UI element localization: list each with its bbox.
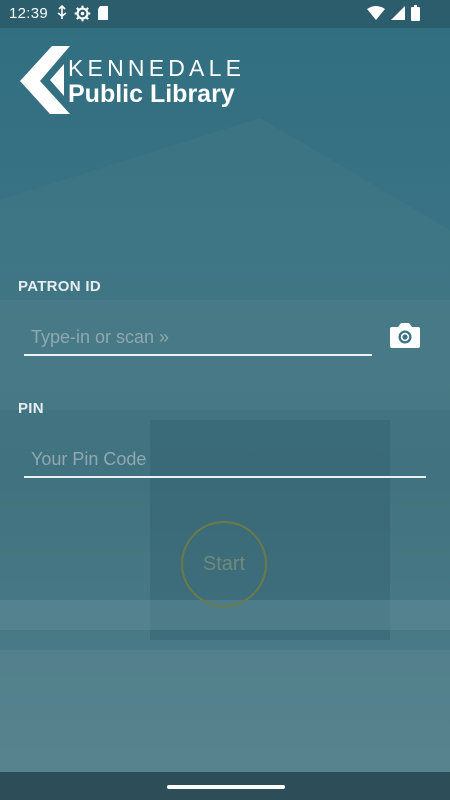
camera-scan-icon[interactable] bbox=[389, 321, 421, 349]
start-button[interactable]: Start bbox=[181, 521, 267, 607]
patron-id-input[interactable] bbox=[25, 322, 371, 352]
pin-label: PIN bbox=[18, 400, 44, 417]
status-bar: 12:39 bbox=[0, 0, 450, 28]
home-gesture-handle[interactable] bbox=[167, 785, 285, 789]
pin-input[interactable] bbox=[25, 444, 427, 474]
logo-text-public-library: Public Library bbox=[68, 80, 235, 108]
sd-card-icon bbox=[98, 6, 108, 20]
library-building-photo bbox=[0, 118, 450, 772]
settings-gear-icon bbox=[74, 5, 91, 22]
status-time: 12:39 bbox=[9, 5, 49, 22]
battery-icon bbox=[411, 5, 420, 21]
pin-underline bbox=[24, 476, 426, 478]
background-image bbox=[0, 0, 450, 800]
cell-signal-icon bbox=[391, 5, 405, 20]
patron-id-underline bbox=[24, 354, 372, 356]
wifi-icon bbox=[367, 5, 385, 20]
logo-text-kennedale: KENNEDALE bbox=[68, 55, 246, 81]
usb-debug-icon bbox=[57, 5, 67, 19]
patron-id-label: PATRON ID bbox=[18, 278, 101, 295]
